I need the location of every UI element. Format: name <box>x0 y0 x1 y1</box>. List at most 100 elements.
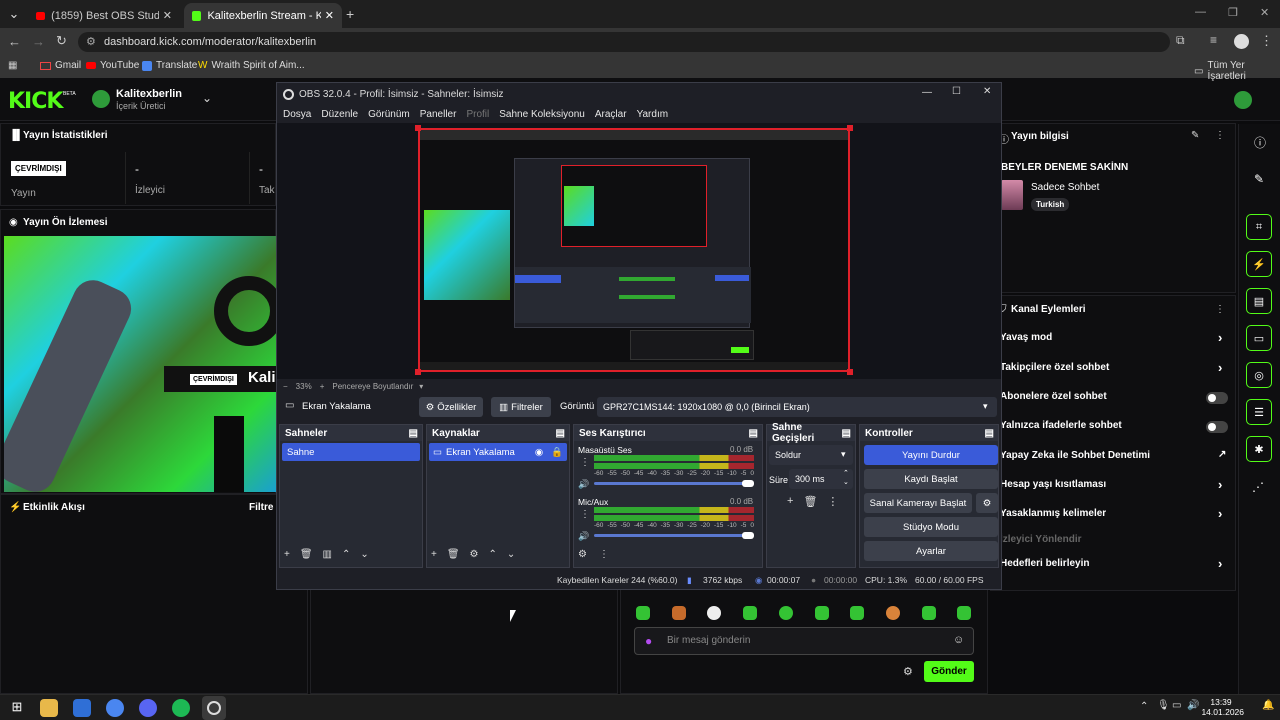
chevron-down-icon[interactable]: ⌄ <box>202 91 212 105</box>
share-icon[interactable]: ⋰ <box>1252 480 1264 494</box>
toggle-switch[interactable] <box>1206 392 1228 404</box>
channel-action-row[interactable]: Yasaklanmış kelimeler › <box>992 506 1232 524</box>
emote-icon[interactable] <box>922 606 936 620</box>
emote-icon[interactable] <box>743 606 757 620</box>
quick-action-wrench-icon[interactable]: ✱ <box>1246 436 1272 462</box>
emote-icon[interactable] <box>957 606 971 620</box>
move-down-icon[interactable]: ⌄ <box>507 549 515 560</box>
volume-slider-knob[interactable] <box>742 480 754 487</box>
spin-down-icon[interactable]: ⌄ <box>843 478 849 486</box>
network-icon[interactable]: ▭ <box>1172 700 1181 711</box>
scene-item[interactable]: Sahne <box>282 443 420 461</box>
quick-action-crop-icon[interactable]: ⌗ <box>1246 214 1272 240</box>
more-icon[interactable]: ⋮ <box>580 457 590 468</box>
site-info-icon[interactable]: ⚙ <box>86 32 96 52</box>
microphone-icon[interactable]: ● <box>645 634 652 648</box>
emote-icon[interactable] <box>636 606 650 620</box>
clock[interactable]: 13:39 14.01.2026 <box>1198 697 1244 717</box>
emote-icon[interactable] <box>815 606 829 620</box>
menu-icon[interactable]: ⋮ <box>1260 33 1273 49</box>
dock-menu-icon[interactable]: ▤ <box>409 428 418 439</box>
minimize-button[interactable]: — <box>1195 6 1206 18</box>
chevron-right-icon[interactable]: › <box>1218 506 1222 521</box>
close-icon[interactable]: ✕ <box>325 9 334 22</box>
trash-icon[interactable]: 🗑 <box>447 549 460 560</box>
quick-action-clipboard-icon[interactable]: ▤ <box>1246 288 1272 314</box>
chevron-right-icon[interactable]: › <box>1218 556 1222 571</box>
menu-docks[interactable]: Paneller <box>420 109 457 120</box>
bookmark-youtube[interactable]: YouTube <box>86 60 139 71</box>
virtual-camera-settings-icon[interactable]: ⚙ <box>976 493 998 513</box>
lock-icon[interactable]: 🔒 <box>551 447 563 458</box>
channel-action-row[interactable]: Abonelere özel sohbet <box>992 389 1232 407</box>
emote-icon[interactable] <box>779 606 793 620</box>
channel-action-row[interactable]: Yavaş mod › <box>992 330 1232 348</box>
menu-edit[interactable]: Düzenle <box>321 109 358 120</box>
filter-icon[interactable]: ▥ <box>323 549 332 560</box>
advanced-audio-icon[interactable]: ⚙ <box>578 549 587 560</box>
back-icon[interactable]: ← <box>8 34 21 49</box>
microphone-icon[interactable]: 🎙 <box>1157 700 1170 711</box>
trash-icon[interactable]: 🗑 <box>803 495 817 508</box>
add-icon[interactable]: + <box>787 495 793 508</box>
reload-icon[interactable]: ↻ <box>56 33 67 49</box>
notifications-icon[interactable]: 🔔 <box>1262 700 1274 711</box>
menu-profile[interactable]: Profil <box>466 109 489 120</box>
stop-stream-button[interactable]: Yayını Durdur <box>864 445 998 465</box>
display-select[interactable]: GPR27C1MS144: 1920x1080 @ 0,0 (Birincil … <box>597 397 997 417</box>
properties-button[interactable]: ⚙ Özellikler <box>419 397 483 417</box>
start-virtual-camera-button[interactable]: Sanal Kamerayı Başlat <box>864 493 972 513</box>
preview-capture[interactable] <box>418 128 850 372</box>
obs-taskbar-icon[interactable] <box>202 696 226 720</box>
bookmark-translate[interactable]: Translate <box>142 60 197 71</box>
edit-icon[interactable]: ✎ <box>1191 130 1199 141</box>
store-icon[interactable] <box>73 699 91 717</box>
chevron-down-icon[interactable]: ▾ <box>419 382 423 391</box>
channel-action-row[interactable]: Yalnızca ifadelerle sohbet <box>992 418 1232 436</box>
source-item[interactable]: ▭ Ekran Yakalama ◉ 🔒 <box>429 443 567 461</box>
quick-action-broadcast-icon[interactable]: ◎ <box>1246 362 1272 388</box>
kick-logo[interactable]: KICK <box>8 89 63 114</box>
chrome-icon[interactable] <box>106 699 124 717</box>
file-explorer-icon[interactable] <box>40 699 58 717</box>
duration-spinbox[interactable]: 300 ms ⌃ ⌄ <box>789 469 853 489</box>
dock-menu-icon[interactable]: ▤ <box>556 428 565 439</box>
channel-action-row[interactable]: Hedefleri belirleyin › <box>992 556 1232 574</box>
more-icon[interactable]: ⋮ <box>1215 304 1225 315</box>
emote-icon[interactable] <box>707 606 721 620</box>
menu-view[interactable]: Görünüm <box>368 109 410 120</box>
studio-mode-button[interactable]: Stüdyo Modu <box>864 517 998 537</box>
transform-handle[interactable] <box>415 125 421 131</box>
trash-icon[interactable]: 🗑 <box>300 549 313 560</box>
volume-slider[interactable] <box>594 534 754 537</box>
menu-help[interactable]: Yardım <box>637 109 669 120</box>
tab-kick[interactable]: Kalitexberlin Stream - Kick Dash ✕ <box>184 3 342 28</box>
chat-input[interactable]: ● Bir mesaj gönderin ☺ <box>634 627 974 655</box>
emote-icon[interactable] <box>672 606 686 620</box>
filter-button[interactable]: Filtre <box>249 502 273 513</box>
volume-slider-knob[interactable] <box>742 532 754 539</box>
chevron-right-icon[interactable]: › <box>1218 477 1222 492</box>
settings-button[interactable]: Ayarlar <box>864 541 998 561</box>
apps-grid-icon[interactable]: ▦ <box>8 60 17 71</box>
menu-scene-collection[interactable]: Sahne Koleksiyonu <box>499 109 585 120</box>
emote-icon[interactable] <box>850 606 864 620</box>
channel-action-row[interactable]: Hesap yaşı kısıtlaması › <box>992 477 1232 495</box>
maximize-button[interactable]: ❐ <box>1228 6 1238 19</box>
minimize-button[interactable]: — <box>922 87 932 98</box>
dock-menu-icon[interactable]: ▤ <box>749 428 758 439</box>
dock-menu-icon[interactable]: ▤ <box>842 428 851 439</box>
more-icon[interactable]: ⋮ <box>599 549 609 560</box>
new-tab-button[interactable]: + <box>346 6 354 22</box>
chat-settings-icon[interactable]: ⚙ <box>903 665 913 678</box>
more-icon[interactable]: ⋮ <box>827 495 838 508</box>
channel-avatar[interactable] <box>92 90 110 108</box>
quick-action-lightning-icon[interactable]: ⚡ <box>1246 251 1272 277</box>
discord-icon[interactable] <box>139 699 157 717</box>
transform-handle[interactable] <box>847 125 853 131</box>
bookmark-gmail[interactable]: Gmail <box>40 60 81 71</box>
start-recording-button[interactable]: Kaydı Başlat <box>864 469 998 489</box>
fit-to-window[interactable]: Pencereye Boyutlandır <box>332 382 413 391</box>
spin-up-icon[interactable]: ⌃ <box>843 469 849 477</box>
chevron-right-icon[interactable]: › <box>1218 330 1222 345</box>
